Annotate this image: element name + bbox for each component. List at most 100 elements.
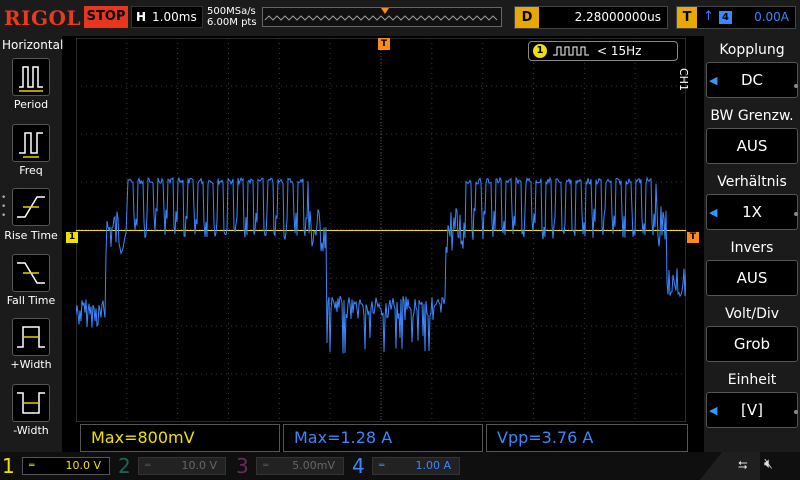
- knob-indicator-icon: [794, 84, 798, 88]
- bandwidth-limit-value[interactable]: AUS: [706, 128, 798, 164]
- channel-3-number: 3: [236, 454, 249, 478]
- trigger-level: 0.00A: [754, 10, 789, 24]
- measurement-ch4-max[interactable]: Max=1.28 A: [283, 424, 483, 452]
- frequency-value: < 15Hz: [597, 44, 642, 58]
- rise-time-button[interactable]: [12, 188, 50, 226]
- top-status-bar: RIGOL STOP H 1.00ms 500MSa/s 6.00M pts D …: [0, 0, 800, 36]
- delay-label: D: [515, 7, 539, 28]
- dc-coupling-icon: ═: [29, 461, 35, 471]
- negative-width-label: -Width: [13, 424, 49, 437]
- timebase-value: 1.00ms: [152, 10, 197, 24]
- channel-2-scale: 10.0 V: [181, 459, 217, 472]
- ch1-level-marker[interactable]: 1: [66, 232, 78, 243]
- measurement-ch4-vpp[interactable]: Vpp=3.76 A: [486, 424, 688, 452]
- timebase-readout[interactable]: H 1.00ms: [131, 6, 203, 28]
- waveform-memory-overview[interactable]: [262, 7, 502, 27]
- rising-edge-icon: ↑: [703, 9, 714, 24]
- trigger-readout[interactable]: T ↑ 4 0.00A: [676, 6, 796, 29]
- unit-value[interactable]: [V]: [706, 392, 798, 428]
- channel-3-scale-box: ═ 5.00mV: [256, 457, 344, 475]
- dc-coupling-icon: ═: [145, 461, 151, 471]
- trigger-position-marker[interactable]: T: [378, 38, 390, 50]
- channel-2-status[interactable]: 2 ═ 10.0 V: [116, 452, 228, 480]
- memory-trigger-marker: [381, 8, 389, 14]
- channel-tag: CH1: [677, 68, 690, 91]
- channel-4-scale-box: ═ 1.00 A: [372, 457, 460, 475]
- channel-1-number: 1: [2, 454, 15, 478]
- measurement-ch4-max-value: Max=1.28 A: [294, 428, 393, 447]
- volt-div-title: Volt/Div: [724, 306, 780, 322]
- unit-selector-icon: ◀: [709, 404, 718, 417]
- horizontal-menu-title: Horizontal: [2, 38, 64, 52]
- channel-4-scale: 1.00 A: [415, 459, 451, 472]
- sample-rate-readout: 500MSa/s 6.00M pts: [207, 6, 257, 28]
- fall-time-icon: [17, 262, 45, 284]
- delay-readout[interactable]: D 2.28000000us: [514, 6, 668, 29]
- trigger-level-label: T: [689, 232, 697, 242]
- invert-value[interactable]: AUS: [706, 260, 798, 296]
- probe-ratio-setting[interactable]: Verhältnis 1X ◀: [704, 172, 800, 234]
- bandwidth-limit-title: BW Grenzw.: [710, 108, 794, 124]
- positive-width-label: +Width: [10, 358, 52, 371]
- channel-2-scale-box: ═ 10.0 V: [138, 457, 226, 475]
- period-icon: [19, 66, 43, 92]
- negative-width-button[interactable]: [12, 384, 50, 422]
- timebase-label: H: [136, 10, 147, 24]
- fall-time-label: Fall Time: [6, 294, 56, 307]
- pulse-icon: [553, 46, 589, 56]
- horizontal-measure-menu: Horizontal Period Freq Rise Time Fall Ti…: [0, 36, 64, 452]
- ch1-level-label: 1: [68, 232, 76, 242]
- coupling-title: Kopplung: [719, 42, 785, 58]
- channel-3-status[interactable]: 3 ═ 5.00mV: [234, 452, 346, 480]
- fall-time-button[interactable]: [12, 254, 50, 292]
- channel-4-number: 4: [352, 454, 365, 478]
- waveform-graticule: [75, 37, 687, 423]
- invert-setting[interactable]: Invers AUS: [704, 238, 800, 300]
- unit-title: Einheit: [727, 372, 777, 388]
- freq-button[interactable]: [12, 124, 50, 162]
- bandwidth-limit-setting[interactable]: BW Grenzw. AUS: [704, 106, 800, 168]
- trigger-level-marker[interactable]: T: [687, 232, 699, 243]
- channel-1-status[interactable]: 1 ═ 10.0 V: [0, 452, 112, 480]
- rise-time-icon: [17, 196, 45, 218]
- coupling-setting[interactable]: Kopplung DC ◀: [704, 40, 800, 102]
- volt-div-setting[interactable]: Volt/Div Grob: [704, 304, 800, 366]
- freq-label: Freq: [19, 164, 43, 177]
- sample-rate: 500MSa/s: [207, 6, 256, 17]
- positive-width-icon: [17, 326, 45, 348]
- usb-icon: ⮀: [738, 458, 748, 472]
- coupling-value[interactable]: DC: [706, 62, 798, 98]
- measurement-ch1-max[interactable]: Max=800mV: [80, 424, 280, 452]
- dc-coupling-icon: ═: [379, 461, 385, 471]
- memory-overview-wave: [264, 8, 498, 21]
- run-stop-indicator[interactable]: STOP: [84, 6, 128, 28]
- channel-4-status[interactable]: 4 ═ 1.00 A: [350, 452, 462, 480]
- frequency-icon: [19, 132, 43, 158]
- unit-setting[interactable]: Einheit [V] ◀: [704, 370, 800, 432]
- period-button[interactable]: [12, 58, 50, 96]
- frequency-readout: 1 < 15Hz: [528, 41, 678, 61]
- brand-logo: RIGOL: [4, 6, 82, 30]
- probe-ratio-value[interactable]: 1X: [706, 194, 798, 230]
- trigger-label: T: [677, 7, 697, 28]
- speaker-muted-icon[interactable]: 🔇︎: [764, 456, 773, 472]
- knob-indicator-icon: [794, 410, 798, 414]
- measurement-ch1-max-value: Max=800mV: [91, 428, 195, 447]
- channel-status-bar: 1 ═ 10.0 V 2 ═ 10.0 V 3 ═ 5.00mV 4 ═ 1.0…: [0, 452, 800, 480]
- memory-depth: 6.00M pts: [207, 17, 257, 28]
- rise-time-label: Rise Time: [4, 229, 58, 242]
- channel-1-scale-box: ═ 10.0 V: [22, 457, 110, 475]
- dc-coupling-icon: ═: [263, 461, 269, 471]
- probe-ratio-selector-icon: ◀: [709, 206, 718, 219]
- positive-width-button[interactable]: [12, 318, 50, 356]
- trigger-position-label: T: [380, 39, 388, 49]
- status-icons: [700, 452, 760, 480]
- menu-page-indicator: • • •: [1, 193, 7, 221]
- frequency-channel-badge: 1: [533, 44, 547, 58]
- volt-div-value[interactable]: Grob: [706, 326, 798, 362]
- period-label: Period: [13, 98, 49, 111]
- channel-settings-menu: Kopplung DC ◀ BW Grenzw. AUS Verhältnis …: [704, 36, 800, 452]
- trigger-source: 4: [719, 11, 732, 24]
- invert-title: Invers: [730, 240, 774, 256]
- waveform-display[interactable]: 1 < 15Hz: [75, 37, 687, 423]
